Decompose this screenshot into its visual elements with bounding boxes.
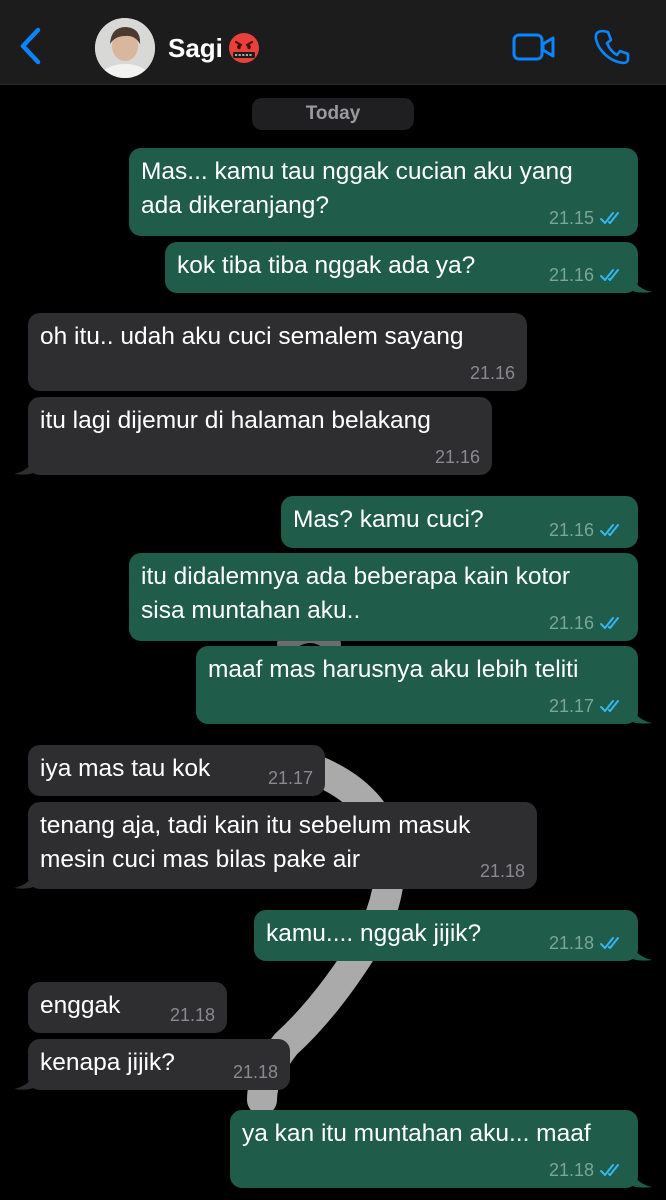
bubble-tail bbox=[14, 1069, 36, 1090]
message-bubble[interactable]: oh itu.. udah aku cuci semalem sayang 21… bbox=[28, 313, 527, 391]
double-check-read-icon bbox=[600, 700, 619, 712]
bubble-tail bbox=[14, 454, 36, 475]
message-text-line: itu didalemnya ada beberapa kain kotor bbox=[141, 563, 571, 590]
bubble-tail bbox=[630, 940, 652, 961]
message-time: 21.16 bbox=[548, 520, 594, 540]
contact-name[interactable]: Sagi bbox=[168, 33, 223, 63]
message-text-line: tenang aja, tadi kain itu sebelum masuk bbox=[40, 812, 471, 839]
chat-header: Sagi bbox=[0, 0, 666, 85]
angry-cursing-face-emoji bbox=[228, 32, 260, 64]
message-bubble[interactable]: enggak 21.18 bbox=[28, 982, 227, 1033]
video-camera-icon bbox=[512, 33, 555, 61]
double-check-read-icon bbox=[600, 524, 619, 536]
message-time: 21.16 bbox=[434, 447, 480, 467]
voice-call-button[interactable] bbox=[594, 28, 630, 66]
message-bubble[interactable]: itu didalemnya ada beberapa kain kotor s… bbox=[129, 553, 638, 641]
message-text-line: oh itu.. udah aku cuci semalem sayang bbox=[40, 323, 464, 350]
bubble-tail bbox=[630, 1167, 652, 1188]
message-text-line: mesin cuci mas bilas pake air bbox=[40, 846, 360, 873]
message-time: 21.16 bbox=[469, 363, 515, 383]
message-bubble[interactable]: tenang aja, tadi kain itu sebelum masuk … bbox=[28, 802, 537, 889]
message-time: 21.16 bbox=[548, 265, 594, 285]
message-time: 21.16 bbox=[548, 613, 594, 633]
double-check-read-icon bbox=[600, 617, 619, 629]
message-bubble[interactable]: kamu.... nggak jijik? 21.18 bbox=[254, 910, 638, 961]
message-bubble[interactable]: kenapa jijik? 21.18 bbox=[28, 1039, 290, 1090]
message-text-line: itu lagi dijemur di halaman belakang bbox=[40, 407, 431, 434]
double-check-read-icon bbox=[600, 1164, 619, 1176]
message-time: 21.17 bbox=[267, 768, 313, 788]
double-check-read-icon bbox=[600, 212, 619, 224]
bubble-tail bbox=[14, 868, 36, 889]
double-check-read-icon bbox=[600, 937, 619, 949]
message-bubble[interactable]: iya mas tau kok 21.17 bbox=[28, 745, 325, 796]
avatar[interactable] bbox=[95, 18, 155, 78]
chevron-left-icon bbox=[20, 27, 41, 65]
video-call-button[interactable] bbox=[512, 32, 556, 62]
message-time: 21.18 bbox=[232, 1062, 278, 1082]
double-check-read-icon bbox=[600, 269, 619, 281]
message-time: 21.18 bbox=[548, 933, 594, 953]
message-time: 21.18 bbox=[169, 1005, 215, 1025]
message-time: 21.18 bbox=[479, 861, 525, 881]
date-separator: Today bbox=[252, 98, 414, 130]
message-text-line: maaf mas harusnya aku lebih teliti bbox=[208, 656, 579, 683]
message-bubble[interactable]: Mas... kamu tau nggak cucian aku yang ad… bbox=[129, 148, 638, 236]
back-button[interactable] bbox=[16, 26, 46, 66]
bubble-tail bbox=[630, 703, 652, 724]
message-bubble[interactable]: kok tiba tiba nggak ada ya? 21.16 bbox=[165, 242, 638, 293]
phone-icon bbox=[594, 29, 630, 65]
message-text-line: Mas... kamu tau nggak cucian aku yang bbox=[141, 158, 573, 185]
message-time: 21.17 bbox=[548, 696, 594, 716]
bubble-tail bbox=[630, 272, 652, 293]
message-time: 21.15 bbox=[548, 208, 594, 228]
message-bubble[interactable]: ya kan itu muntahan aku... maaf 21.18 bbox=[230, 1110, 638, 1188]
message-bubble[interactable]: maaf mas harusnya aku lebih teliti 21.17 bbox=[196, 646, 638, 724]
message-text-line: ya kan itu muntahan aku... maaf bbox=[242, 1120, 591, 1147]
message-time: 21.18 bbox=[548, 1160, 594, 1180]
message-bubble[interactable]: itu lagi dijemur di halaman belakang 21.… bbox=[28, 397, 492, 475]
message-bubble[interactable]: Mas? kamu cuci? 21.16 bbox=[281, 496, 638, 548]
